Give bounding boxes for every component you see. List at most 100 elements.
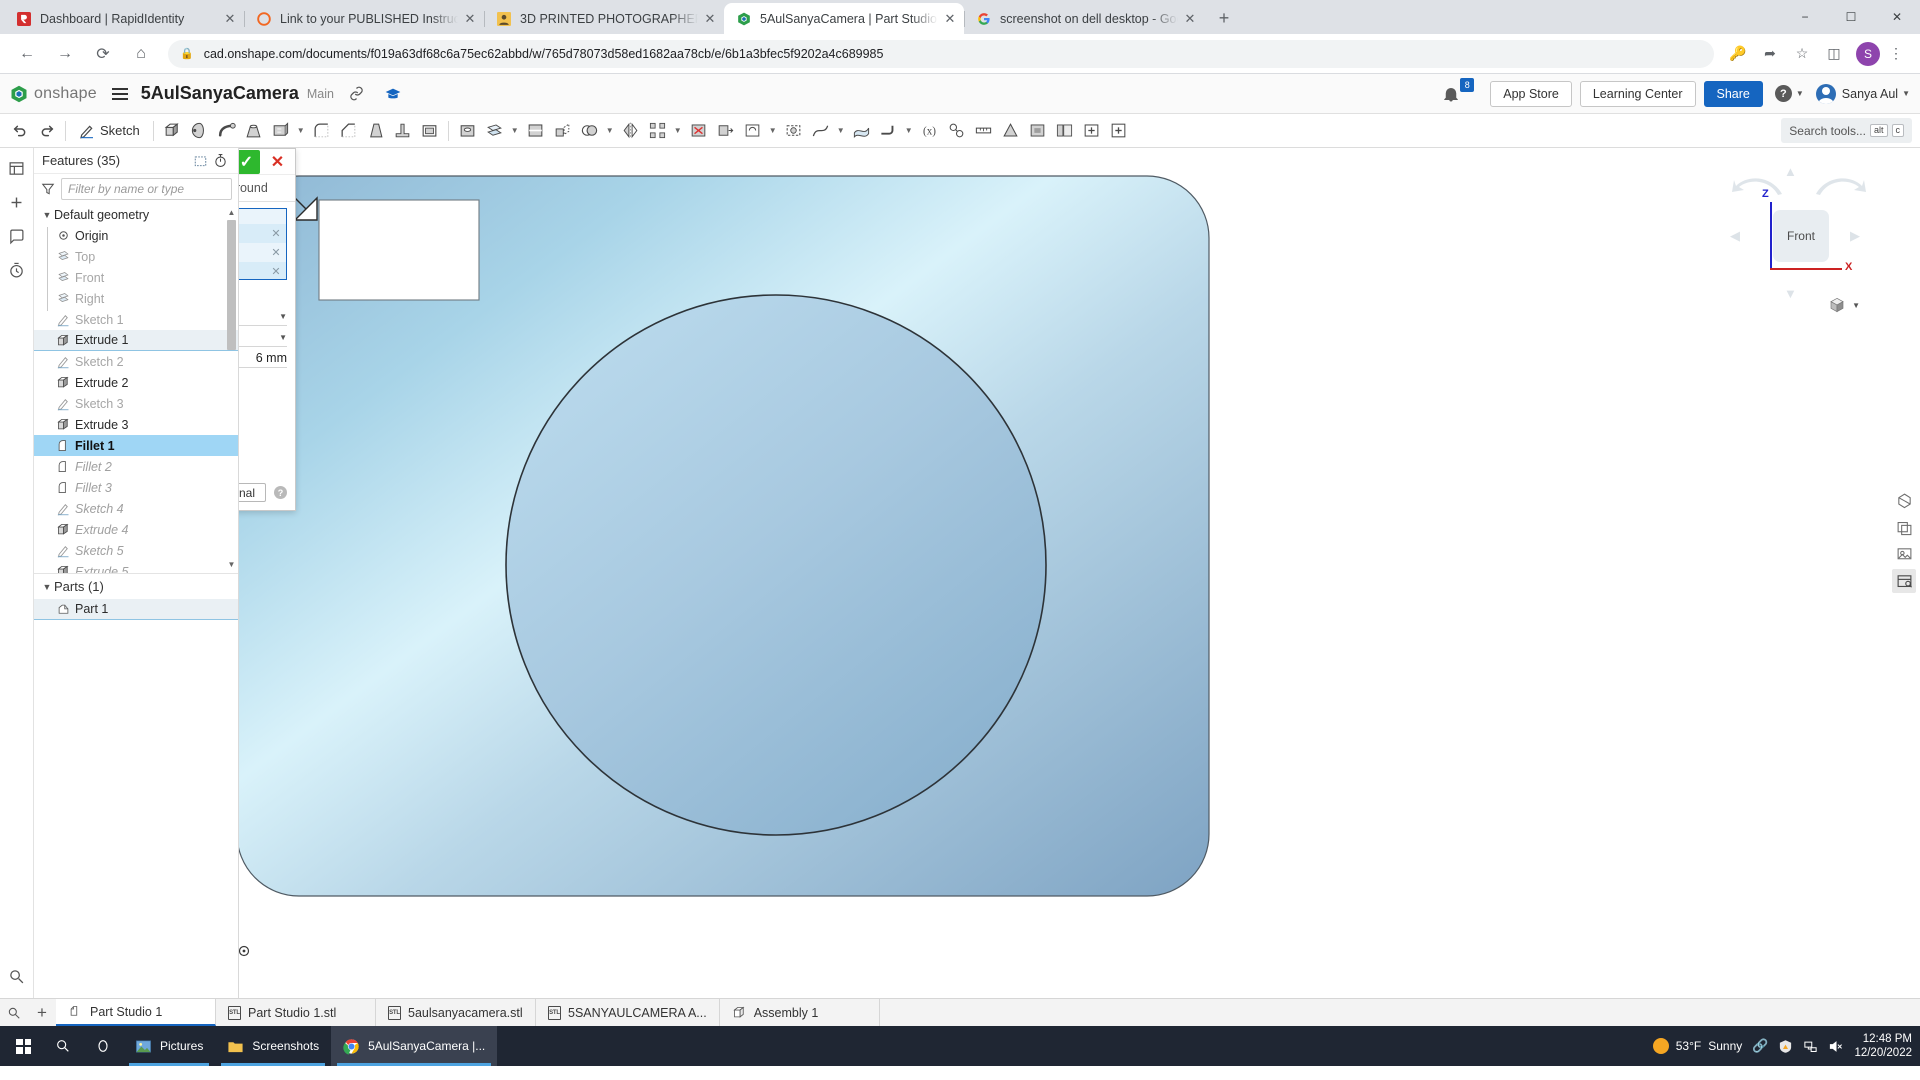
search-icon[interactable]	[43, 1026, 83, 1066]
control-select[interactable]: Distance ▼	[239, 328, 287, 347]
feature-tree-item[interactable]: Extrude 3	[34, 414, 238, 435]
3d-model-canvas[interactable]	[239, 148, 1920, 998]
feature-tree-item[interactable]: Sketch 4	[34, 498, 238, 519]
measurement-select[interactable]: Radius ▼	[239, 307, 287, 326]
enclose-icon[interactable]	[780, 117, 807, 144]
plane-icon[interactable]	[481, 117, 508, 144]
minimize-window-button[interactable]: −	[1782, 0, 1828, 34]
close-tab-icon[interactable]: ✕	[702, 11, 718, 27]
zoom-icon[interactable]	[3, 962, 31, 990]
share-icon[interactable]: ➦	[1756, 40, 1784, 68]
volume-mute-icon[interactable]	[1828, 1039, 1844, 1054]
feature-tree-item[interactable]: ▼ Default geometry	[34, 204, 238, 225]
cancel-button[interactable]: ✕	[264, 150, 291, 174]
close-tab-icon[interactable]: ✕	[942, 11, 958, 27]
tab-full-round[interactable]: Full round	[239, 175, 295, 201]
address-bar[interactable]: 🔒 cad.onshape.com/documents/f019a63df68c…	[168, 39, 1714, 68]
redo-icon[interactable]	[33, 117, 60, 144]
sidepanel-icon[interactable]: ◫	[1820, 40, 1848, 68]
insert-icon[interactable]	[1078, 117, 1105, 144]
view-up-arrow-icon[interactable]: ▲	[1784, 164, 1797, 179]
browser-tab[interactable]: Dashboard | RapidIdentity ✕	[4, 3, 244, 34]
assembly-icon[interactable]	[943, 117, 970, 144]
fillet-entity-row[interactable]: Edge of Extrude 1✕	[239, 243, 286, 262]
app-store-button[interactable]: App Store	[1490, 80, 1572, 107]
document-tab[interactable]: STL Part Studio 1.stl	[216, 999, 376, 1026]
view-down-arrow-icon[interactable]: ▼	[1784, 286, 1797, 301]
maximize-window-button[interactable]: ☐	[1828, 0, 1874, 34]
scroll-down-icon[interactable]: ▼	[227, 560, 236, 569]
defender-warning-icon[interactable]	[1778, 1039, 1793, 1054]
feature-tree-item[interactable]: Sketch 2	[34, 351, 238, 372]
fillet-icon[interactable]	[308, 117, 335, 144]
close-window-button[interactable]: ✕	[1874, 0, 1920, 34]
clock[interactable]: 12:48 PM 12/20/2022	[1854, 1032, 1912, 1060]
feature-tree-item[interactable]: Front	[34, 267, 238, 288]
appearance-icon[interactable]	[1024, 117, 1051, 144]
revolve-icon[interactable]	[186, 117, 213, 144]
document-tab[interactable]: STL 5SANYAULCAMERA A...	[536, 999, 720, 1026]
document-tab[interactable]: Part Studio 1	[56, 999, 216, 1026]
asymmetric-row[interactable]: Asymmetric	[239, 369, 287, 389]
stopwatch-icon[interactable]	[210, 151, 230, 171]
feature-tree-item[interactable]: Sketch 5	[34, 540, 238, 561]
taskbar-item[interactable]: Pictures	[123, 1026, 215, 1066]
taskbar-item[interactable]: 5AulSanyaCamera |...	[331, 1026, 498, 1066]
chevron-down-icon[interactable]: ▼	[671, 126, 685, 135]
menu-icon[interactable]	[107, 81, 133, 107]
entities-to-fillet-box[interactable]: Entities to fillet Edge of Extrude 1✕Edg…	[239, 208, 287, 280]
display-state-icon[interactable]	[1892, 515, 1916, 539]
star-icon[interactable]: ☆	[1788, 40, 1816, 68]
browser-tab[interactable]: 5AulSanyaCamera | Part Studio 1 ✕	[724, 3, 964, 34]
radius-row[interactable]: Radius 6 mm	[239, 348, 287, 369]
key-icon[interactable]: 🔑	[1724, 40, 1752, 68]
notifications-button[interactable]: 8	[1442, 77, 1475, 107]
feature-tree-item[interactable]: Sketch 3	[34, 393, 238, 414]
reload-icon[interactable]: ⟳	[88, 39, 118, 69]
mass-icon[interactable]	[997, 117, 1024, 144]
link-icon[interactable]	[344, 81, 370, 107]
variable-fillet-row[interactable]: ❯ Variable fillet	[239, 409, 287, 429]
document-tab[interactable]: Assembly 1	[719, 999, 880, 1026]
surface-icon[interactable]	[848, 117, 875, 144]
feature-tree-item[interactable]: Origin	[34, 225, 238, 246]
help-menu[interactable]: ? ▼	[1774, 85, 1804, 102]
fillet-entity-row[interactable]: Edge of Extrude 1✕	[239, 224, 286, 243]
hole-icon[interactable]	[454, 117, 481, 144]
delete-face-icon[interactable]	[685, 117, 712, 144]
feature-tree-item[interactable]: Extrude 5	[34, 561, 238, 573]
view-right-arrow-icon[interactable]: ▶	[1850, 228, 1860, 244]
home-icon[interactable]: ⌂	[126, 39, 156, 69]
variable-icon[interactable]: (x)	[916, 117, 943, 144]
feature-tree-item[interactable]: Fillet 1	[34, 435, 238, 456]
close-tab-icon[interactable]: ✕	[1182, 11, 1198, 27]
sketch-button[interactable]: Sketch	[71, 117, 148, 144]
curve-icon[interactable]	[807, 117, 834, 144]
chrome-menu-icon[interactable]: ⋮	[1882, 40, 1910, 68]
measurement-row[interactable]: Measurement Radius ▼	[239, 306, 287, 327]
partial-fillet-row[interactable]: ❯ Partial fillet	[239, 389, 287, 409]
windows-start-icon[interactable]	[4, 1026, 43, 1066]
chevron-down-icon[interactable]: ▼	[294, 126, 308, 135]
fillet-entity-row[interactable]: Edge of Extrude 1✕	[239, 262, 286, 279]
transform-icon[interactable]	[549, 117, 576, 144]
graduation-cap-icon[interactable]	[380, 81, 406, 107]
rotate-right-icon[interactable]	[1814, 170, 1866, 203]
add-tab-button[interactable]: +	[28, 999, 56, 1026]
fillet-dialog[interactable]: Fillet 1 ✓ ✕ Edge Full round Entities to…	[239, 148, 296, 511]
view-cube[interactable]: ▲ ▼ ◀ ▶ Z X Front ▼	[1718, 162, 1868, 313]
browser-tab[interactable]: 3D PRINTED PHOTOGRAPHER TR ✕	[484, 3, 724, 34]
loft-icon[interactable]	[240, 117, 267, 144]
history-icon[interactable]	[3, 256, 31, 284]
feature-tree-item[interactable]: Extrude 1	[34, 330, 238, 351]
mirror-icon[interactable]	[617, 117, 644, 144]
section-view-icon[interactable]	[1892, 488, 1916, 512]
back-icon[interactable]: ←	[12, 39, 42, 69]
weather-widget[interactable]: 53°F Sunny	[1652, 1038, 1742, 1054]
boolean-icon[interactable]	[576, 117, 603, 144]
thicken-icon[interactable]	[267, 117, 294, 144]
extrude-icon[interactable]	[159, 117, 186, 144]
remove-entity-icon[interactable]: ✕	[270, 227, 282, 240]
feature-tree-item[interactable]: Extrude 4	[34, 519, 238, 540]
split-icon[interactable]	[522, 117, 549, 144]
